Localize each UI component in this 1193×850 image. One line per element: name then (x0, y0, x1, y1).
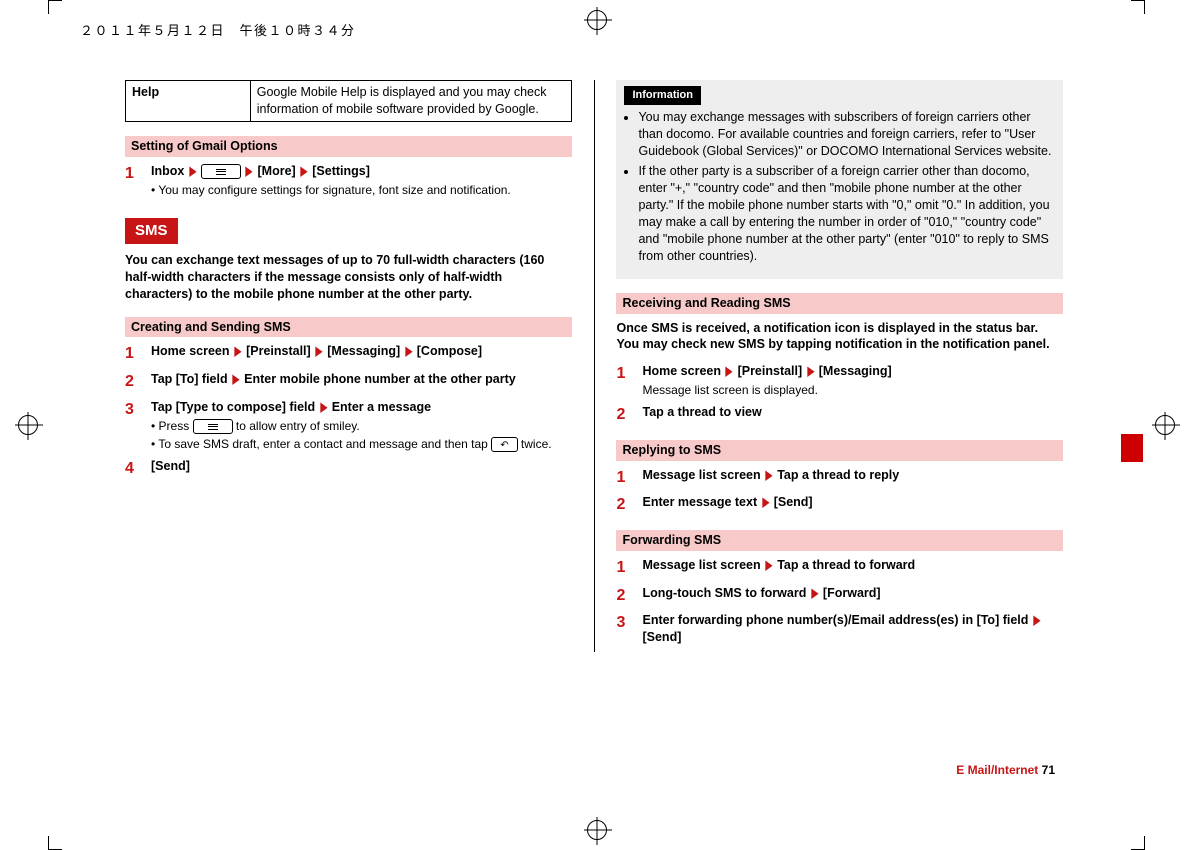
step-body: Enter forwarding phone number(s)/Email a… (642, 612, 1063, 646)
information-tag: Information (624, 86, 701, 105)
step: 2 Tap [To] field ▶ Enter mobile phone num… (125, 371, 572, 393)
step-body: Long-touch SMS to forward ▶ [Forward] (642, 585, 1063, 607)
section-replying: Replying to SMS (616, 440, 1063, 461)
receiving-reading-steps: 1 Home screen ▶ [Preinstall] ▶ [Messaging… (616, 363, 1063, 426)
registration-mark-left (18, 415, 38, 435)
arrow-icon: ▶ (726, 365, 733, 378)
footer-section-title: E Mail/Internet (956, 763, 1038, 777)
step-body: Tap [To] field ▶ Enter mobile phone numb… (151, 371, 572, 393)
arrow-icon: ▶ (246, 165, 253, 178)
step-body: Inbox ▶ ▶ [More] ▶ [Settings] • You may … (151, 163, 572, 198)
information-box: Information You may exchange messages wi… (616, 80, 1063, 279)
step-num: 2 (616, 494, 630, 516)
help-table: Help Google Mobile Help is displayed and… (125, 80, 572, 122)
column-divider (594, 80, 595, 652)
arrow-icon: ▶ (405, 345, 412, 358)
step-num: 1 (616, 467, 630, 489)
arrow-icon: ▶ (301, 165, 308, 178)
step-body: Enter message text ▶ [Send] (642, 494, 1063, 516)
step-num: 2 (616, 585, 630, 607)
section-receiving-reading: Receiving and Reading SMS (616, 293, 1063, 314)
step-num: 1 (125, 343, 139, 365)
rr-intro: Once SMS is received, a notification ico… (616, 320, 1063, 354)
step: 4 [Send] (125, 458, 572, 480)
step-num: 1 (125, 163, 139, 198)
arrow-icon: ▶ (807, 365, 814, 378)
step-num: 1 (616, 557, 630, 579)
information-item: If the other party is a subscriber of a … (638, 163, 1055, 264)
arrow-icon: ▶ (811, 587, 818, 600)
step: 1 Home screen ▶ [Preinstall] ▶ [Messaging… (616, 363, 1063, 398)
page-tab (1121, 434, 1143, 462)
content: Help Google Mobile Help is displayed and… (125, 80, 1063, 652)
step: 2 Enter message text ▶ [Send] (616, 494, 1063, 516)
step-sub: • To save SMS draft, enter a contact and… (151, 436, 572, 452)
arrow-icon: ▶ (316, 345, 323, 358)
crop-mark-br (1127, 832, 1145, 850)
section-forwarding: Forwarding SMS (616, 530, 1063, 551)
step-body: Home screen ▶ [Preinstall] ▶ [Messaging]… (151, 343, 572, 365)
menu-key-icon (201, 164, 241, 179)
step-num: 4 (125, 458, 139, 480)
forwarding-steps: 1 Message list screen ▶ Tap a thread to f… (616, 557, 1063, 646)
registration-mark-bottom (587, 820, 607, 840)
step: 2 Long-touch SMS to forward ▶ [Forward] (616, 585, 1063, 607)
section-sms: SMS (125, 218, 178, 244)
page-date: ２０１１年５月１２日 午後１０時３４分 (80, 22, 356, 40)
step-body: Tap a thread to view (642, 404, 1063, 426)
menu-key-icon (193, 419, 233, 434)
section-creating-sending: Creating and Sending SMS (125, 317, 572, 338)
step-num: 2 (616, 404, 630, 426)
sms-intro: You can exchange text messages of up to … (125, 252, 572, 303)
footer-page-number: 71 (1042, 763, 1055, 777)
step-num: 3 (616, 612, 630, 646)
step: 3Tap [Type to compose] field ▶ Enter a m… (125, 399, 572, 453)
step-sub: Message list screen is displayed. (642, 382, 1063, 398)
step-body: Message list screen ▶ Tap a thread to fo… (642, 557, 1063, 579)
left-column: Help Google Mobile Help is displayed and… (125, 80, 572, 652)
replying-steps: 1 Message list screen ▶ Tap a thread to r… (616, 467, 1063, 516)
arrow-icon: ▶ (762, 496, 769, 509)
crop-mark-tl (48, 0, 66, 18)
registration-mark-top (587, 10, 607, 30)
arrow-icon: ▶ (233, 373, 240, 386)
step-body: Home screen ▶ [Preinstall] ▶ [Messaging]… (642, 363, 1063, 398)
step: 1 Inbox ▶ ▶ [More] ▶ [Settings] • You ma… (125, 163, 572, 198)
step-sub: • You may configure settings for signatu… (151, 182, 572, 198)
information-list: You may exchange messages with subscribe… (624, 109, 1055, 265)
page-footer: E Mail/Internet 71 (956, 762, 1055, 778)
step: 3 Enter forwarding phone number(s)/Email … (616, 612, 1063, 646)
step: 2 Tap a thread to view (616, 404, 1063, 426)
back-key-icon (491, 437, 517, 452)
help-text: Google Mobile Help is displayed and you … (250, 81, 571, 122)
crop-mark-bl (48, 832, 66, 850)
step-num: 3 (125, 399, 139, 453)
crop-mark-tr (1127, 0, 1145, 18)
step: 1 Home screen ▶ [Preinstall] ▶ [Messaging… (125, 343, 572, 365)
step-num: 2 (125, 371, 139, 393)
arrow-icon: ▶ (234, 345, 241, 358)
arrow-icon: ▶ (1033, 614, 1040, 627)
arrow-icon: ▶ (766, 559, 773, 572)
step-body: Message list screen ▶ Tap a thread to re… (642, 467, 1063, 489)
step: 1 Message list screen ▶ Tap a thread to r… (616, 467, 1063, 489)
right-column: Information You may exchange messages wi… (616, 80, 1063, 652)
arrow-icon: ▶ (766, 469, 773, 482)
registration-mark-right (1155, 415, 1175, 435)
step-body: [Send] (151, 458, 572, 480)
section-gmail-options: Setting of Gmail Options (125, 136, 572, 157)
help-label: Help (126, 81, 251, 122)
step: 1 Message list screen ▶ Tap a thread to f… (616, 557, 1063, 579)
step-num: 1 (616, 363, 630, 398)
creating-sending-steps: 1 Home screen ▶ [Preinstall] ▶ [Messaging… (125, 343, 572, 479)
arrow-icon: ▶ (189, 165, 196, 178)
arrow-icon: ▶ (320, 401, 327, 414)
step-sub: • Press to allow entry of smiley. (151, 418, 572, 434)
step-body: Tap [Type to compose] field ▶ Enter a me… (151, 399, 572, 453)
information-item: You may exchange messages with subscribe… (638, 109, 1055, 160)
